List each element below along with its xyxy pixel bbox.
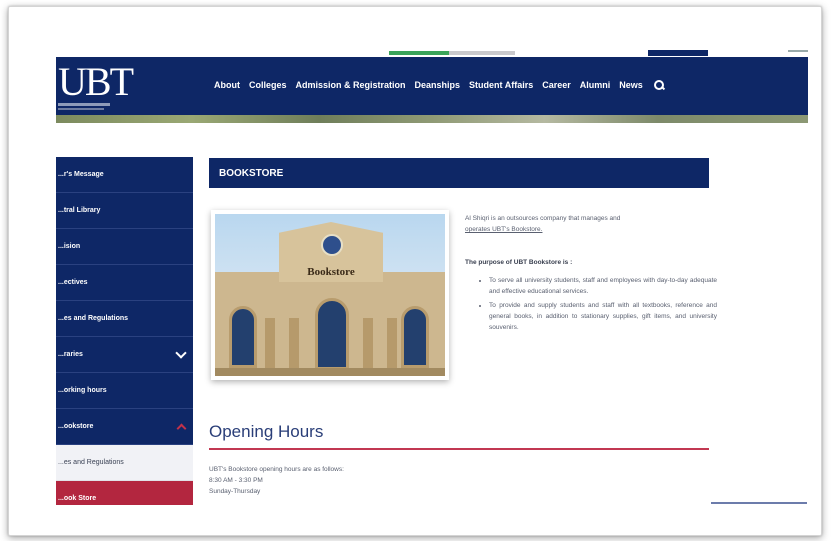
- sidebar-item-rules[interactable]: ...es and Regulations: [56, 301, 193, 337]
- heading-divider: [209, 448, 709, 450]
- top-strip-green: [389, 51, 449, 55]
- nav-news[interactable]: News: [619, 80, 643, 90]
- opening-hours-heading: Opening Hours: [209, 422, 324, 441]
- main-nav: About Colleges Admission & Registration …: [214, 80, 664, 90]
- sidebar-subitem-rules[interactable]: ...es and Regulations: [56, 445, 193, 481]
- opening-hours-intro: UBT's Bookstore opening hours are as fol…: [209, 466, 344, 473]
- page-title: BOOKSTORE: [209, 158, 709, 188]
- opening-hours-days: Sunday-Thursday: [209, 488, 261, 495]
- building-sign: Bookstore: [307, 266, 355, 278]
- top-strip-line: [788, 50, 808, 52]
- chevron-down-icon[interactable]: [175, 347, 187, 359]
- purpose-list: To serve all university students, staff …: [481, 275, 717, 336]
- nav-deanships[interactable]: Deanships: [415, 80, 461, 90]
- sidebar-item-label: ...es and Regulations: [58, 315, 129, 322]
- sidebar-item-label: ...ision: [58, 243, 81, 250]
- web-page: UBT About Colleges Admission & Registrat…: [56, 47, 808, 505]
- sidebar-item-label: ...orking hours: [58, 387, 107, 394]
- logo[interactable]: UBT: [56, 59, 134, 113]
- search-icon[interactable]: [653, 80, 664, 90]
- list-item: To provide and supply students and staff…: [489, 300, 717, 333]
- intro-text: Al Shiqri is an outsources company that …: [465, 213, 710, 235]
- opening-hours-info: UBT's Bookstore opening hours are as fol…: [209, 464, 344, 497]
- sidebar-item-message[interactable]: ...r's Message: [56, 157, 193, 193]
- nav-admission-registration[interactable]: Admission & Registration: [296, 80, 406, 90]
- sidebar-item-label: ...ookstore: [58, 423, 94, 430]
- sidebar-item-label: ...r's Message: [58, 171, 104, 178]
- purpose-heading: The purpose of UBT Bookstore is :: [465, 259, 573, 266]
- footer-edge-line: [711, 502, 807, 504]
- intro-line: Al Shiqri is an outsources company that …: [465, 215, 621, 222]
- list-item: To serve all university students, staff …: [489, 275, 717, 297]
- sidebar-item-central-library[interactable]: ...tral Library: [56, 193, 193, 229]
- sidebar-item-label: ...raries: [58, 351, 83, 358]
- nav-career[interactable]: Career: [542, 80, 571, 90]
- sidebar-item-vision[interactable]: ...ision: [56, 229, 193, 265]
- logo-subtitle-bar: [58, 103, 110, 106]
- sidebar-item-bookstore[interactable]: ...ookstore: [56, 409, 193, 445]
- nav-colleges[interactable]: Colleges: [249, 80, 287, 90]
- sidebar-item-objectives[interactable]: ...ectives: [56, 265, 193, 301]
- logo-subtitle-bar: [58, 108, 104, 110]
- opening-hours-time: 8:30 AM - 3:30 PM: [209, 477, 263, 484]
- seal-emblem: [321, 234, 343, 256]
- site-header: UBT About Colleges Admission & Registrat…: [56, 57, 808, 115]
- sidebar-subitem-book-store-active[interactable]: ...ook Store: [56, 481, 193, 505]
- top-strip-navy: [648, 50, 708, 56]
- bookstore-photo: Bookstore: [211, 210, 449, 380]
- sidebar: ...r's Message ...tral Library ...ision …: [56, 157, 193, 505]
- header-banner-image: [56, 115, 808, 123]
- sidebar-item-label: ...es and Regulations: [58, 459, 124, 466]
- screenshot-frame: UBT About Colleges Admission & Registrat…: [8, 6, 822, 536]
- nav-alumni[interactable]: Alumni: [580, 80, 611, 90]
- sidebar-item-working-hours[interactable]: ...orking hours: [56, 373, 193, 409]
- sidebar-item-libraries[interactable]: ...raries: [56, 337, 193, 373]
- bookstore-link[interactable]: operates UBT's Bookstore.: [465, 224, 710, 235]
- chevron-up-icon[interactable]: [176, 423, 187, 434]
- nav-student-affairs[interactable]: Student Affairs: [469, 80, 533, 90]
- sidebar-item-label: ...tral Library: [58, 207, 101, 214]
- logo-text: UBT: [58, 59, 134, 104]
- top-strip-gray: [449, 51, 515, 55]
- nav-about[interactable]: About: [214, 80, 240, 90]
- sidebar-item-label: ...ectives: [58, 279, 88, 286]
- sidebar-item-label: ...ook Store: [58, 495, 97, 502]
